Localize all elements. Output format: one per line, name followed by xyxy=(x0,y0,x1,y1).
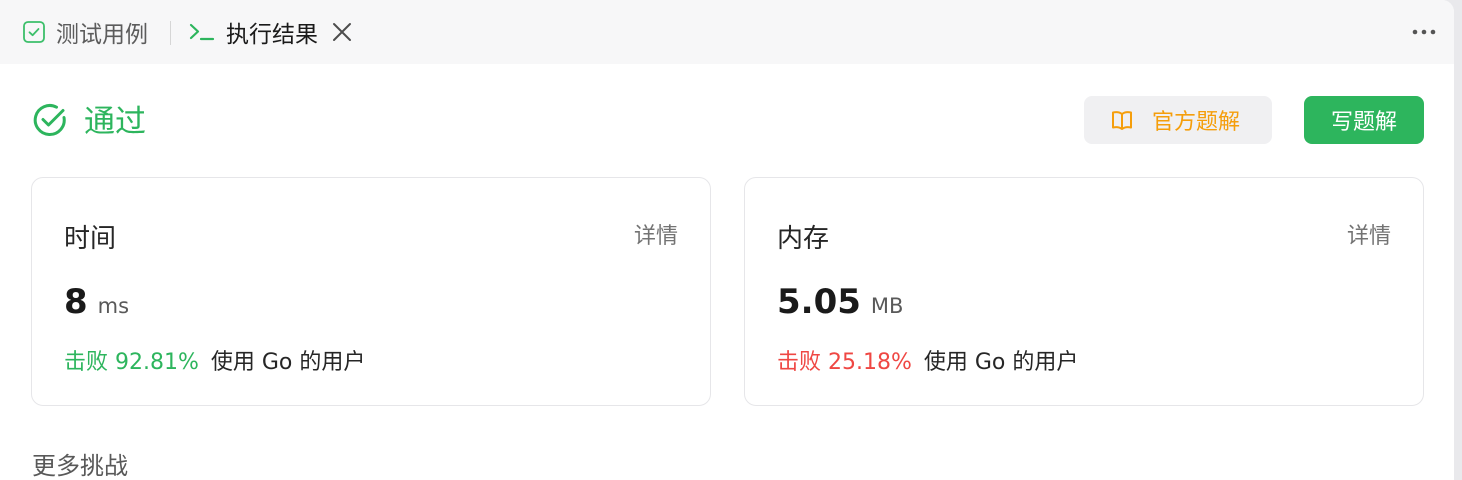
memory-beat-suffix: 使用 Go 的用户 xyxy=(923,350,1079,375)
official-solution-button[interactable]: 官方题解 xyxy=(1084,96,1272,144)
runtime-number: 8 xyxy=(64,282,88,322)
terminal-icon xyxy=(189,23,215,41)
checkbox-icon xyxy=(23,21,45,43)
more-challenges-heading: 更多挑战 xyxy=(32,452,128,480)
check-circle-icon xyxy=(33,104,66,137)
runtime-unit: ms xyxy=(97,294,130,318)
tab-test-cases[interactable]: 测试用例 xyxy=(22,0,148,64)
result-panel: 测试用例 执行结果 通过 官方题解 写题解 时间 详情 8 ms 击败 92.8… xyxy=(0,0,1454,480)
tab-execution-result-label: 执行结果 xyxy=(226,22,318,48)
runtime-value: 8 ms xyxy=(64,282,129,322)
close-icon[interactable] xyxy=(330,20,354,44)
memory-beat-percent: 击败 25.18% xyxy=(777,350,912,375)
memory-card: 内存 详情 5.05 MB 击败 25.18% 使用 Go 的用户 xyxy=(744,177,1424,406)
memory-card-title: 内存 xyxy=(777,224,830,254)
time-card: 时间 详情 8 ms 击败 92.81% 使用 Go 的用户 xyxy=(31,177,711,406)
official-solution-label: 官方题解 xyxy=(1152,110,1241,135)
more-options-icon[interactable] xyxy=(1410,22,1440,42)
tab-execution-result[interactable]: 执行结果 xyxy=(188,0,318,64)
runtime-beat-text: 击败 92.81% 使用 Go 的用户 xyxy=(64,344,365,376)
memory-value: 5.05 MB xyxy=(777,282,903,322)
tab-bar: 测试用例 执行结果 xyxy=(0,0,1454,64)
time-detail-link[interactable]: 详情 xyxy=(634,218,678,250)
book-icon xyxy=(1112,111,1132,130)
memory-number: 5.05 xyxy=(777,282,861,322)
runtime-beat-suffix: 使用 Go 的用户 xyxy=(210,350,366,375)
memory-beat-text: 击败 25.18% 使用 Go 的用户 xyxy=(777,344,1078,376)
status-text: 通过 xyxy=(84,104,146,140)
memory-unit: MB xyxy=(870,294,904,318)
runtime-beat-percent: 击败 92.81% xyxy=(64,350,199,375)
memory-detail-link[interactable]: 详情 xyxy=(1347,218,1391,250)
write-solution-button[interactable]: 写题解 xyxy=(1304,96,1424,144)
time-card-title: 时间 xyxy=(64,224,117,254)
tab-divider xyxy=(170,21,171,45)
tab-test-cases-label: 测试用例 xyxy=(56,22,148,48)
